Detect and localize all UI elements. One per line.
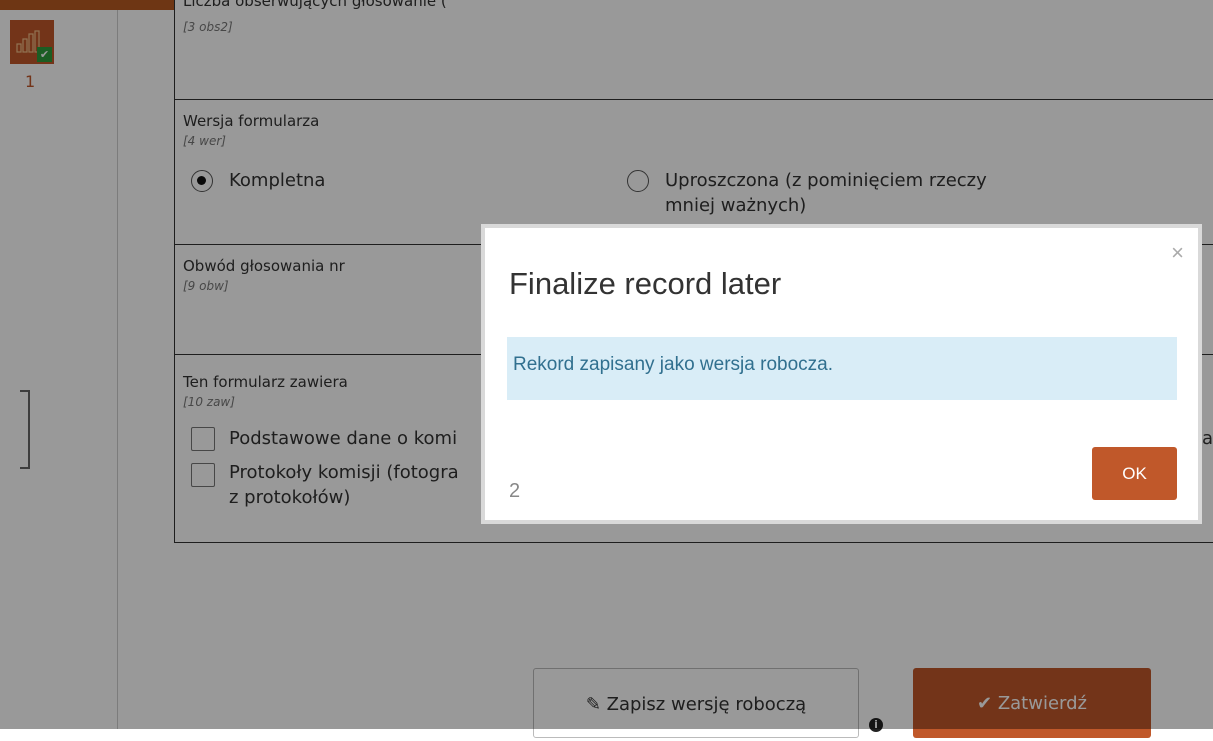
- info-alert: Rekord zapisany jako wersja robocza.: [507, 337, 1177, 400]
- modal-title: Finalize record later: [509, 266, 782, 301]
- finalize-modal: × Finalize record later Rekord zapisany …: [481, 224, 1202, 524]
- ok-button[interactable]: OK: [1092, 447, 1177, 500]
- modal-number: 2: [509, 480, 521, 502]
- close-icon[interactable]: ×: [1171, 240, 1184, 266]
